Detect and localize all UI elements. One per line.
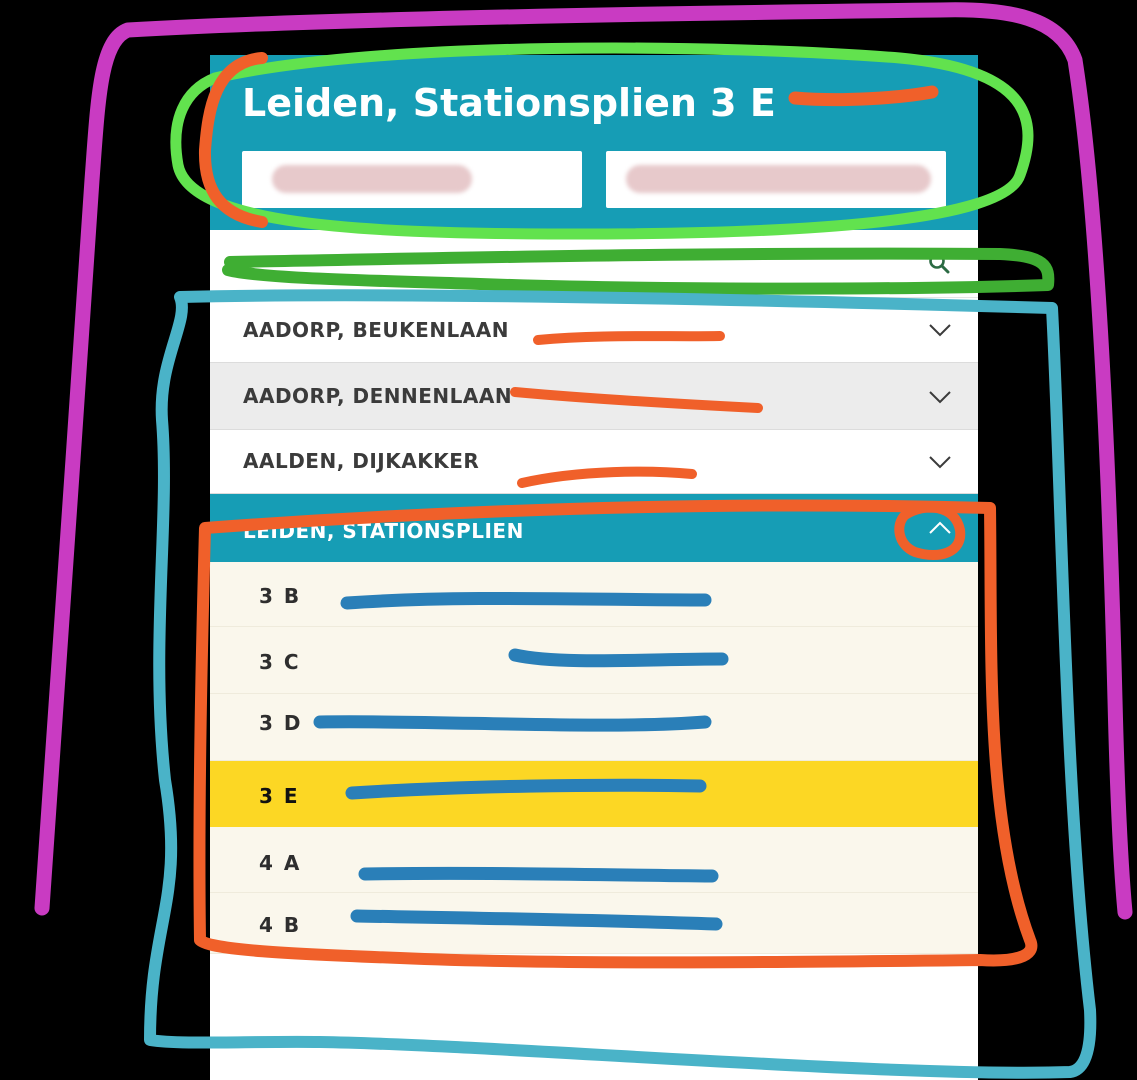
chevron-down-icon[interactable] bbox=[928, 454, 952, 470]
page-title: Leiden, Stationsplien 3 E bbox=[242, 81, 776, 125]
accordion-item-label: LEIDEN, STATIONSPLIEN bbox=[243, 519, 524, 543]
accordion-item-aadorp-dennenlaan[interactable]: AADORP, DENNENLAAN bbox=[210, 363, 978, 430]
accordion-item-label: AADORP, BEUKENLAAN bbox=[243, 318, 509, 342]
screenshot-stage: Leiden, Stationsplien 3 E AADORP, BEUKEN… bbox=[0, 0, 1137, 1080]
sub-item-label: 3 B bbox=[259, 584, 302, 608]
chevron-down-icon[interactable] bbox=[928, 389, 952, 405]
sub-item-label: 4 B bbox=[259, 913, 302, 937]
accordion-item-leiden-stationsplien[interactable]: LEIDEN, STATIONSPLIEN bbox=[210, 494, 978, 562]
app-panel: Leiden, Stationsplien 3 E AADORP, BEUKEN… bbox=[210, 55, 978, 1080]
sub-item-label: 3 E bbox=[259, 784, 300, 808]
redacted-input-right[interactable] bbox=[606, 151, 946, 208]
sub-item-3c[interactable]: 3 C bbox=[210, 627, 978, 694]
sub-item-3e[interactable]: 3 E bbox=[210, 761, 978, 827]
accordion-item-aalden-dijkakker[interactable]: AALDEN, DIJKAKKER bbox=[210, 430, 978, 494]
search-bar[interactable] bbox=[210, 230, 978, 298]
redacted-text-blur bbox=[272, 165, 472, 193]
redacted-text-blur bbox=[626, 165, 931, 193]
sub-item-label: 3 D bbox=[259, 711, 303, 735]
page-header: Leiden, Stationsplien 3 E bbox=[210, 55, 978, 230]
accordion-item-label: AADORP, DENNENLAAN bbox=[243, 384, 513, 408]
accordion-item-aadorp-beukenlaan[interactable]: AADORP, BEUKENLAAN bbox=[210, 298, 978, 363]
sub-item-label: 4 A bbox=[259, 851, 302, 875]
redacted-input-left[interactable] bbox=[242, 151, 582, 208]
sub-item-label: 3 C bbox=[259, 650, 301, 674]
sub-item-3d[interactable]: 3 D bbox=[210, 694, 978, 761]
sub-item-4a[interactable]: 4 A bbox=[210, 827, 978, 893]
chevron-down-icon[interactable] bbox=[928, 322, 952, 338]
sub-item-4b[interactable]: 4 B bbox=[210, 893, 978, 954]
sub-item-3b[interactable]: 3 B bbox=[210, 562, 978, 627]
chevron-up-icon[interactable] bbox=[928, 520, 952, 536]
accordion-item-label: AALDEN, DIJKAKKER bbox=[243, 449, 480, 473]
search-icon[interactable] bbox=[928, 252, 950, 274]
